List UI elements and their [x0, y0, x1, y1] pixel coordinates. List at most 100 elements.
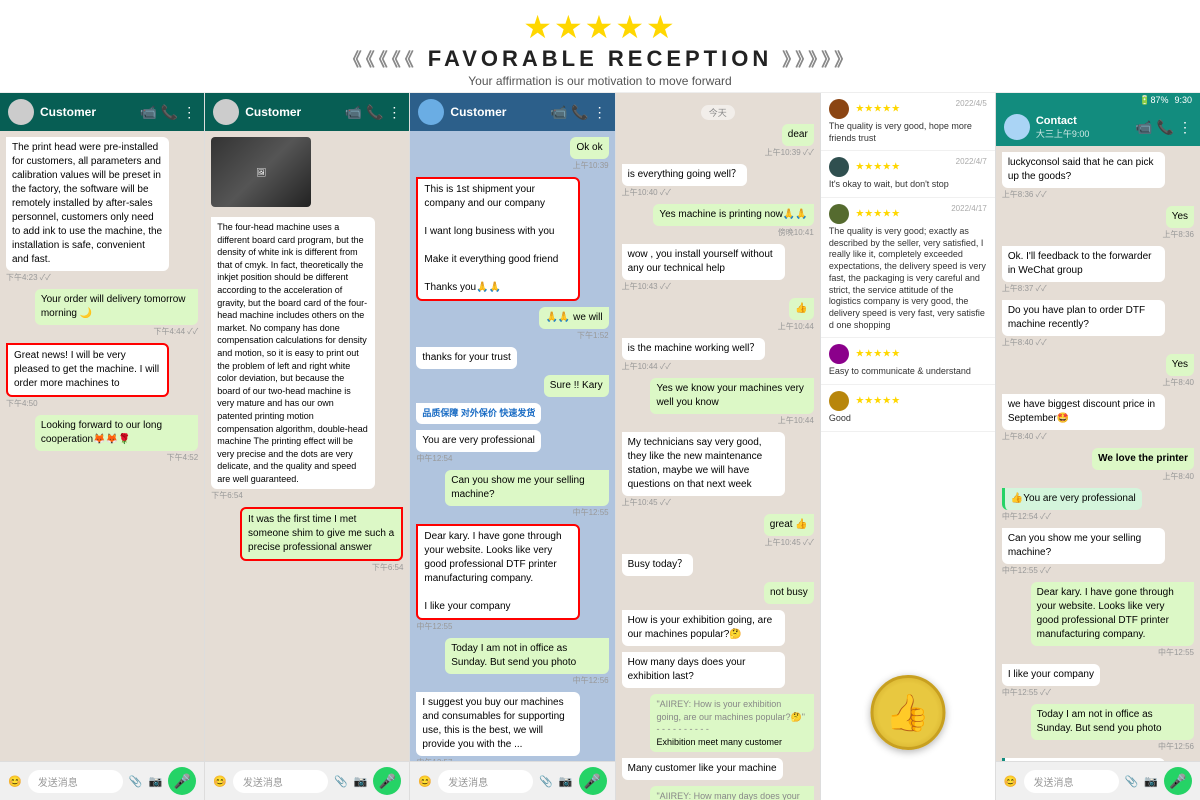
msg-row: 👍 上午10:44: [622, 298, 814, 332]
msg-time: 下午6:54: [211, 490, 243, 501]
message-bubble: 👍: [789, 298, 813, 320]
msg-time: 中午12:56: [573, 675, 609, 686]
msg-time: 上午8:40 ✓✓: [1002, 431, 1047, 442]
message-bubble: Do you have plan to order DTF machine re…: [1002, 300, 1165, 336]
chat-body-3[interactable]: Ok ok 上午10:39 This is 1st shipment your …: [410, 131, 614, 761]
send-button-1[interactable]: 🎤: [168, 767, 196, 795]
msg-row: Can you show me your selling machine? 中午…: [416, 470, 608, 518]
chat-header-3: Customer 📹 📞 ⋮: [410, 93, 614, 131]
msg-row: My technicians say very good, they like …: [622, 432, 814, 508]
time-display: 9:30: [1174, 95, 1192, 106]
message-bubble: The print head were pre-installed for cu…: [6, 137, 169, 271]
chat-footer-2: 😊 发送消息 📎 📷 🎤: [205, 761, 409, 800]
msg-row: Can you show me your selling machine? 中午…: [1002, 528, 1194, 576]
msg-time: 下午6:54: [372, 562, 404, 573]
message-bubble: Sure !! Kary: [544, 375, 609, 397]
send-button-3[interactable]: 🎤: [579, 767, 607, 795]
msg-row: Yes 上午8:40: [1002, 354, 1194, 388]
camera-icon[interactable]: 📷: [559, 775, 573, 788]
attach-icon[interactable]: 📎: [334, 775, 348, 788]
send-button-2[interactable]: 🎤: [373, 767, 401, 795]
review-stars: ★★★★★: [855, 162, 900, 173]
msg-row: We love the printer 上午8:40: [1002, 448, 1194, 482]
msg-time: 上午10:44: [778, 415, 814, 426]
msg-time: 上午8:36 ✓✓: [1002, 189, 1047, 200]
message-bubble: 👍You are very professional: [1002, 488, 1142, 510]
attach-icon[interactable]: 📎: [539, 775, 553, 788]
msg-row: not busy: [622, 582, 814, 604]
message-bubble-highlight: This is 1st shipment your company and ou…: [416, 177, 579, 301]
msg-time: 上午10:45 ✓✓: [622, 497, 671, 508]
message-bubble: "AIIREY: How many days does your exhibit…: [650, 786, 813, 800]
camera-icon[interactable]: 📷: [354, 775, 368, 788]
camera-icon[interactable]: 📷: [149, 775, 163, 788]
review-list: ★★★★★ 2022/4/5 The quality is very good,…: [821, 93, 995, 432]
msg-row: Ok. I'll feedback to the forwarder in We…: [1002, 246, 1194, 294]
msg-row: Many customer like your machine: [622, 758, 814, 780]
msg-time: 中午12:55 ✓✓: [1002, 565, 1051, 576]
camera-icon[interactable]: 📷: [1144, 775, 1158, 788]
msg-row: It was the first time I met someone shim…: [211, 507, 403, 573]
msg-row: "AIIREY: How many days does your exhibit…: [622, 786, 814, 800]
chat-body-2[interactable]: 🖼 The four-head machine uses a different…: [205, 131, 409, 761]
battery-icon: 🔋87%: [1139, 95, 1168, 106]
contact-status: 大三上午9:00: [1036, 127, 1130, 140]
review-item: ★★★★★ 2022/4/7 It's okay to wait, but do…: [821, 151, 995, 198]
chat-panel-1: Customer 📹 📞 ⋮ The print head were pre-i…: [0, 93, 205, 800]
message-bubble: Ok. I'll feedback to the forwarder in We…: [1002, 246, 1165, 282]
chat-body-1[interactable]: The print head were pre-installed for cu…: [0, 131, 204, 761]
thumbs-up-badge: 👍: [870, 675, 945, 750]
msg-time: 上午10:39: [573, 160, 609, 171]
title-text: FAVORABLE RECEPTION: [428, 46, 773, 72]
msg-time: 上午10:39 ✓✓: [765, 147, 814, 158]
header-icons-5: 📹 📞 ⋮: [1135, 119, 1192, 136]
reviews-panel: ★★★★★ 2022/4/5 The quality is very good,…: [821, 93, 996, 800]
message-input-2[interactable]: 发送消息: [233, 770, 328, 793]
msg-time: 上午10:40 ✓✓: [622, 187, 671, 198]
message-bubble: Yes: [1166, 354, 1194, 376]
message-bubble: You are very professional: [416, 430, 540, 452]
message-bubble: The four-head machine uses a different b…: [211, 217, 374, 489]
review-date: 2022/4/5: [956, 99, 987, 108]
msg-time: 中午12:54: [416, 453, 452, 464]
send-button-5[interactable]: 🎤: [1164, 767, 1192, 795]
msg-time: 上午8:40 ✓✓: [1002, 337, 1047, 348]
emoji-icon[interactable]: 😊: [213, 775, 227, 788]
msg-row: we have biggest discount price in Septem…: [1002, 394, 1194, 442]
avatar-1: [8, 99, 34, 125]
message-bubble: Today I am not in office as Sunday. But …: [1031, 704, 1194, 740]
msg-row: How many days does your exhibition last?: [622, 652, 814, 688]
message-bubble: we have biggest discount price in Septem…: [1002, 394, 1165, 430]
msg-row: Sure !! Kary: [416, 375, 608, 397]
message-input-3[interactable]: 发送消息: [438, 770, 533, 793]
review-stars: ★★★★★: [855, 103, 900, 114]
msg-row: Looking forward to our long cooperation🦊…: [6, 415, 198, 463]
attach-icon[interactable]: 📎: [129, 775, 143, 788]
msg-time: 上午8:37 ✓✓: [1002, 283, 1047, 294]
message-bubble: Many customer like your machine: [622, 758, 783, 780]
chat-body-5[interactable]: luckyconsol said that he can pick up the…: [996, 146, 1200, 761]
message-bubble: Today I am not in office as Sunday. But …: [445, 638, 608, 674]
status-bar: 🔋87% 9:30: [996, 93, 1200, 108]
header-icons-3: 📹 📞 ⋮: [550, 104, 607, 121]
msg-row: Yes machine is printing now🙏🙏 傍晚10:41: [622, 204, 814, 238]
emoji-icon[interactable]: 😊: [1004, 775, 1018, 788]
emoji-icon[interactable]: 😊: [8, 775, 22, 788]
review-date: 2022/4/7: [956, 157, 987, 166]
message-bubble: Yes: [1166, 206, 1194, 228]
msg-time: 上午10:45 ✓✓: [765, 537, 814, 548]
msg-row: is everything going well？ 上午10:40 ✓✓: [622, 164, 814, 198]
message-input-5[interactable]: 发送消息: [1024, 770, 1119, 793]
message-input-1[interactable]: 发送消息: [28, 770, 123, 793]
emoji-icon[interactable]: 😊: [418, 775, 432, 788]
msg-row: Great news! I will be very pleased to ge…: [6, 343, 198, 409]
chat-panel-5: 🔋87% 9:30 Contact 大三上午9:00 📹 📞 ⋮ luckyco…: [996, 93, 1200, 800]
chat-footer-1: 😊 发送消息 📎 📷 🎤: [0, 761, 204, 800]
header-icons-1: 📹 📞 ⋮: [140, 104, 197, 121]
chat-body-4[interactable]: 今天 dear 上午10:39 ✓✓ is everything going w…: [616, 93, 820, 800]
message-bubble: My technicians say very good, they like …: [622, 432, 785, 496]
chat-footer-5: 😊 发送消息 📎 📷 🎤: [996, 761, 1200, 800]
message-bubble: Ok ok: [570, 137, 608, 159]
attach-icon[interactable]: 📎: [1125, 775, 1139, 788]
msg-time: 下午4:44 ✓✓: [153, 326, 198, 337]
